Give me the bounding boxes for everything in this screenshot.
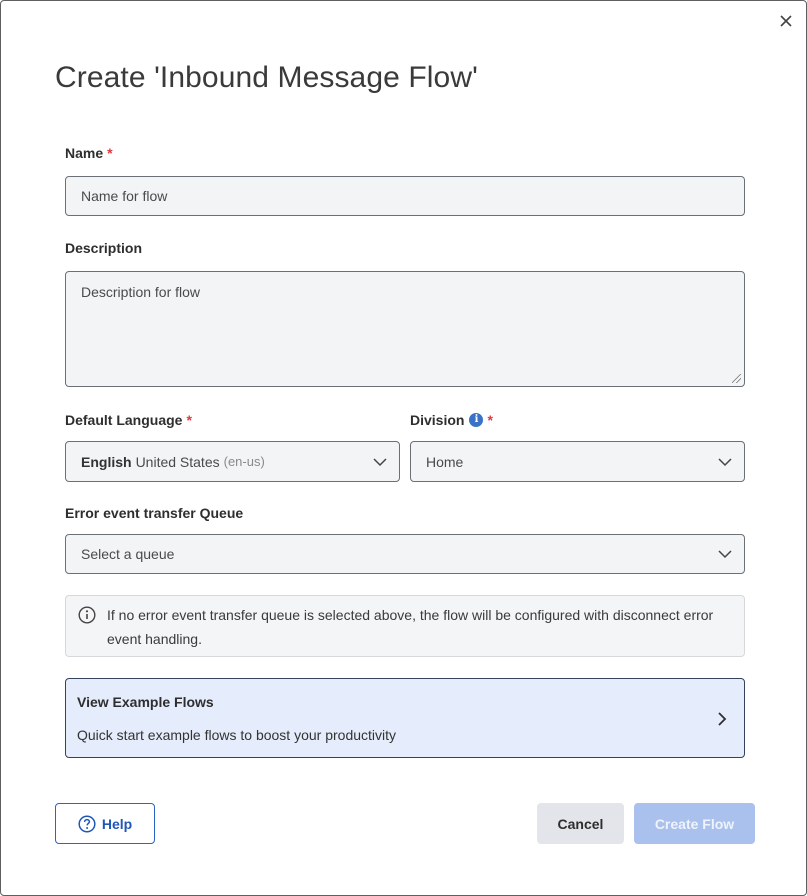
view-example-flows-card[interactable]: View Example Flows Quick start example f… xyxy=(65,678,745,758)
division-label-text: Division xyxy=(410,412,465,428)
name-label-text: Name xyxy=(65,145,104,161)
chevron-down-icon xyxy=(718,550,732,559)
queue-notice: If no error event transfer queue is sele… xyxy=(65,595,745,657)
language-selected-rest: United States xyxy=(135,453,220,470)
chevron-down-icon xyxy=(373,457,387,466)
close-icon xyxy=(780,15,792,27)
required-mark: * xyxy=(107,145,113,161)
dialog-title: Create 'Inbound Message Flow' xyxy=(55,61,478,94)
name-label: Name * xyxy=(65,145,113,161)
name-input[interactable]: Name for flow xyxy=(65,176,745,216)
description-label-text: Description xyxy=(65,240,143,256)
required-mark: * xyxy=(487,412,493,428)
info-icon[interactable]: i xyxy=(469,413,484,427)
queue-label: Error event transfer Queue xyxy=(65,505,243,521)
language-selected-code: (en-us) xyxy=(223,454,265,469)
notice-text: If no error event transfer queue is sele… xyxy=(107,607,714,647)
example-flows-subtitle: Quick start example flows to boost your … xyxy=(77,727,397,743)
help-button[interactable]: Help xyxy=(55,803,155,844)
name-placeholder: Name for flow xyxy=(81,188,168,204)
required-mark: * xyxy=(186,412,192,428)
description-textarea[interactable]: Description for flow xyxy=(65,271,745,387)
question-circle-icon xyxy=(78,814,96,833)
resize-handle-icon[interactable] xyxy=(732,374,741,383)
division-select[interactable]: Home xyxy=(410,441,745,482)
close-button[interactable] xyxy=(776,11,796,31)
info-circle-icon xyxy=(78,606,96,624)
cancel-button[interactable]: Cancel xyxy=(537,803,624,844)
language-label-text: Default Language xyxy=(65,412,183,428)
queue-placeholder: Select a queue xyxy=(81,546,175,562)
queue-select[interactable]: Select a queue xyxy=(65,534,745,574)
chevron-down-icon xyxy=(718,457,732,466)
queue-label-text: Error event transfer Queue xyxy=(65,505,244,521)
create-flow-button[interactable]: Create Flow xyxy=(634,803,755,844)
description-label: Description xyxy=(65,240,142,256)
chevron-right-icon xyxy=(718,712,727,726)
language-selected-bold: English xyxy=(81,453,132,470)
division-selected: Home xyxy=(426,453,464,470)
help-label: Help xyxy=(101,815,133,832)
language-label: Default Language * xyxy=(65,412,192,428)
example-flows-title: View Example Flows xyxy=(77,694,214,710)
create-flow-dialog: Create 'Inbound Message Flow' Name * Nam… xyxy=(0,0,807,896)
description-placeholder: Description for flow xyxy=(81,284,201,300)
language-select[interactable]: English United States (en-us) xyxy=(65,441,400,482)
division-label: Division i * xyxy=(410,412,493,428)
